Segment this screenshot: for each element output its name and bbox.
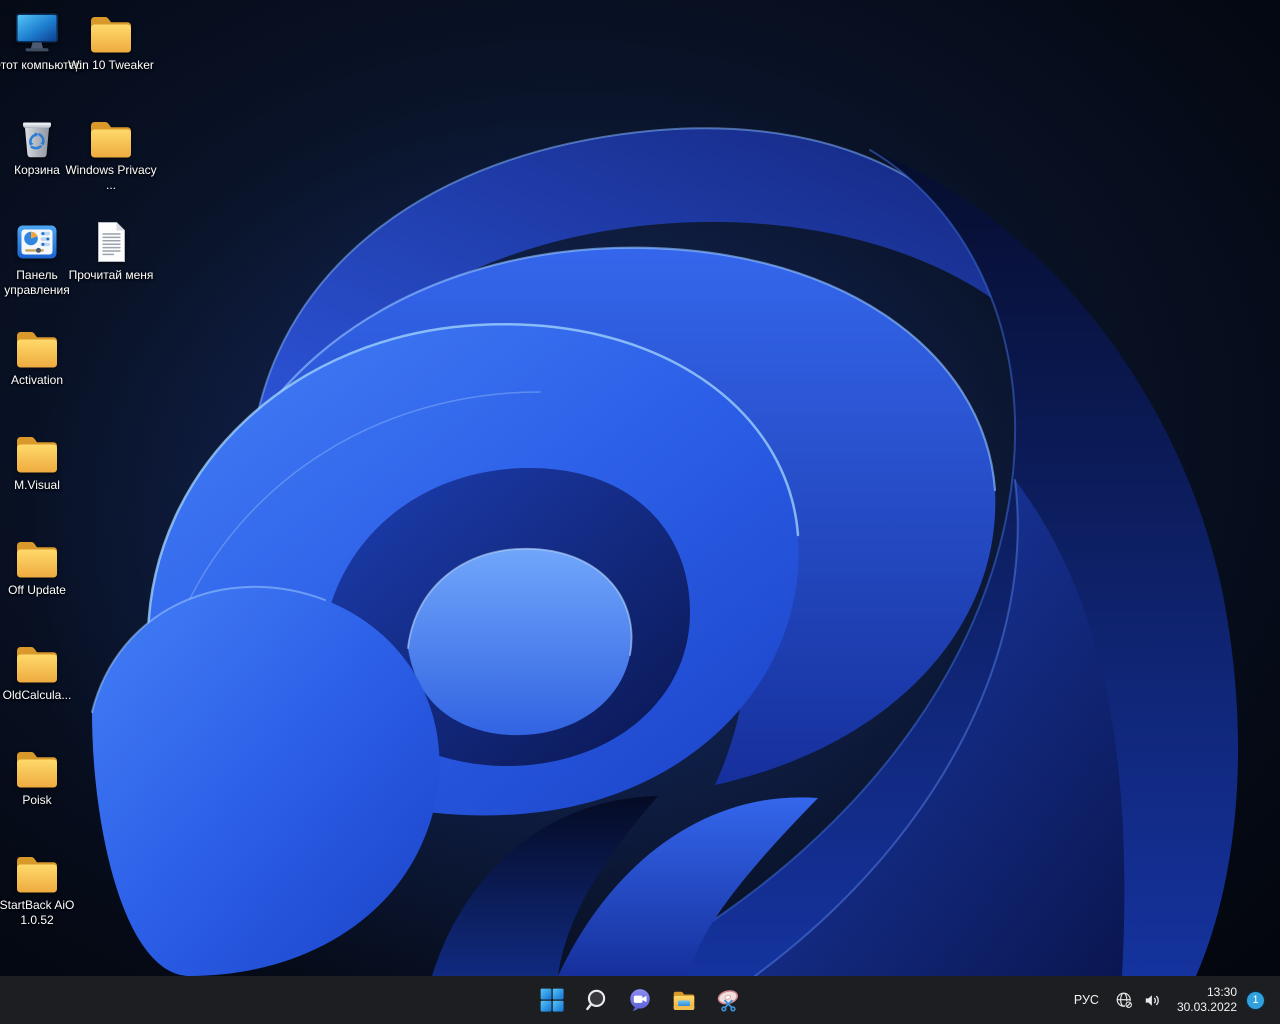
desktop-icon-label: Прочитай меня	[65, 268, 157, 283]
network-button[interactable]	[1111, 980, 1139, 1020]
clock-date: 30.03.2022	[1177, 1000, 1237, 1015]
clock-time: 13:30	[1207, 985, 1237, 1000]
desktop-icon-label: StartBack AiO 1.0.52	[0, 898, 83, 927]
this-pc-icon	[13, 8, 61, 56]
desktop-icon-label: Poisk	[0, 793, 83, 808]
taskbar-center-group	[532, 976, 748, 1024]
teams-chat-button[interactable]	[620, 980, 660, 1020]
text-document-icon	[87, 218, 135, 266]
desktop: Этот компьютер Win 10 Tweaker Корзина Wi…	[0, 0, 1280, 1024]
desktop-icon-control-panel[interactable]: Панель управления	[0, 218, 74, 297]
globe-no-internet-icon	[1115, 991, 1134, 1010]
volume-button[interactable]	[1139, 980, 1167, 1020]
disc-scissors-icon	[715, 987, 741, 1013]
teams-chat-icon	[627, 987, 653, 1013]
folder-icon	[13, 638, 61, 686]
language-indicator[interactable]: РУС	[1062, 985, 1111, 1015]
clock[interactable]: 13:30 30.03.2022	[1167, 985, 1247, 1015]
folder-icon	[13, 323, 61, 371]
search-button[interactable]	[576, 980, 616, 1020]
desktop-icon-label: OldCalcula...	[0, 688, 83, 703]
system-tray: РУС	[1062, 976, 1280, 1024]
folder-icon	[13, 428, 61, 476]
desktop-icon-readme[interactable]: Прочитай меня	[74, 218, 148, 283]
search-icon	[583, 987, 609, 1013]
folder-icon	[87, 113, 135, 161]
taskbar: РУС	[0, 976, 1280, 1024]
control-panel-icon	[13, 218, 61, 266]
wallpaper-bloom	[0, 0, 1280, 976]
desktop-icon-recycle-bin[interactable]: Корзина	[0, 113, 74, 178]
start-button[interactable]	[532, 980, 572, 1020]
desktop-icon-activation[interactable]: Activation	[0, 323, 74, 388]
desktop-icon-win10-tweaker[interactable]: Win 10 Tweaker	[74, 8, 148, 73]
windows-logo-icon	[539, 987, 565, 1013]
speaker-icon	[1143, 991, 1162, 1010]
disc-scissors-app-button[interactable]	[708, 980, 748, 1020]
folder-icon	[13, 848, 61, 896]
folder-icon	[13, 533, 61, 581]
desktop-icon-poisk[interactable]: Poisk	[0, 743, 74, 808]
file-explorer-icon	[671, 987, 697, 1013]
desktop-icon-label: Win 10 Tweaker	[65, 58, 157, 73]
recycle-bin-icon	[13, 113, 61, 161]
desktop-icon-oldcalcula[interactable]: OldCalcula...	[0, 638, 74, 703]
desktop-icon-this-pc[interactable]: Этот компьютер	[0, 8, 74, 73]
desktop-icon-m-visual[interactable]: M.Visual	[0, 428, 74, 493]
folder-icon	[13, 743, 61, 791]
folder-icon	[87, 8, 135, 56]
desktop-icon-label: Activation	[0, 373, 83, 388]
desktop-icon-label: M.Visual	[0, 478, 83, 493]
desktop-icon-label: Windows Privacy ...	[65, 163, 157, 192]
notification-badge[interactable]: 1	[1247, 992, 1264, 1009]
desktop-icon-windows-privacy[interactable]: Windows Privacy ...	[74, 113, 148, 192]
desktop-icon-off-update[interactable]: Off Update	[0, 533, 74, 598]
file-explorer-button[interactable]	[664, 980, 704, 1020]
desktop-icon-startback[interactable]: StartBack AiO 1.0.52	[0, 848, 74, 927]
desktop-icon-label: Off Update	[0, 583, 83, 598]
